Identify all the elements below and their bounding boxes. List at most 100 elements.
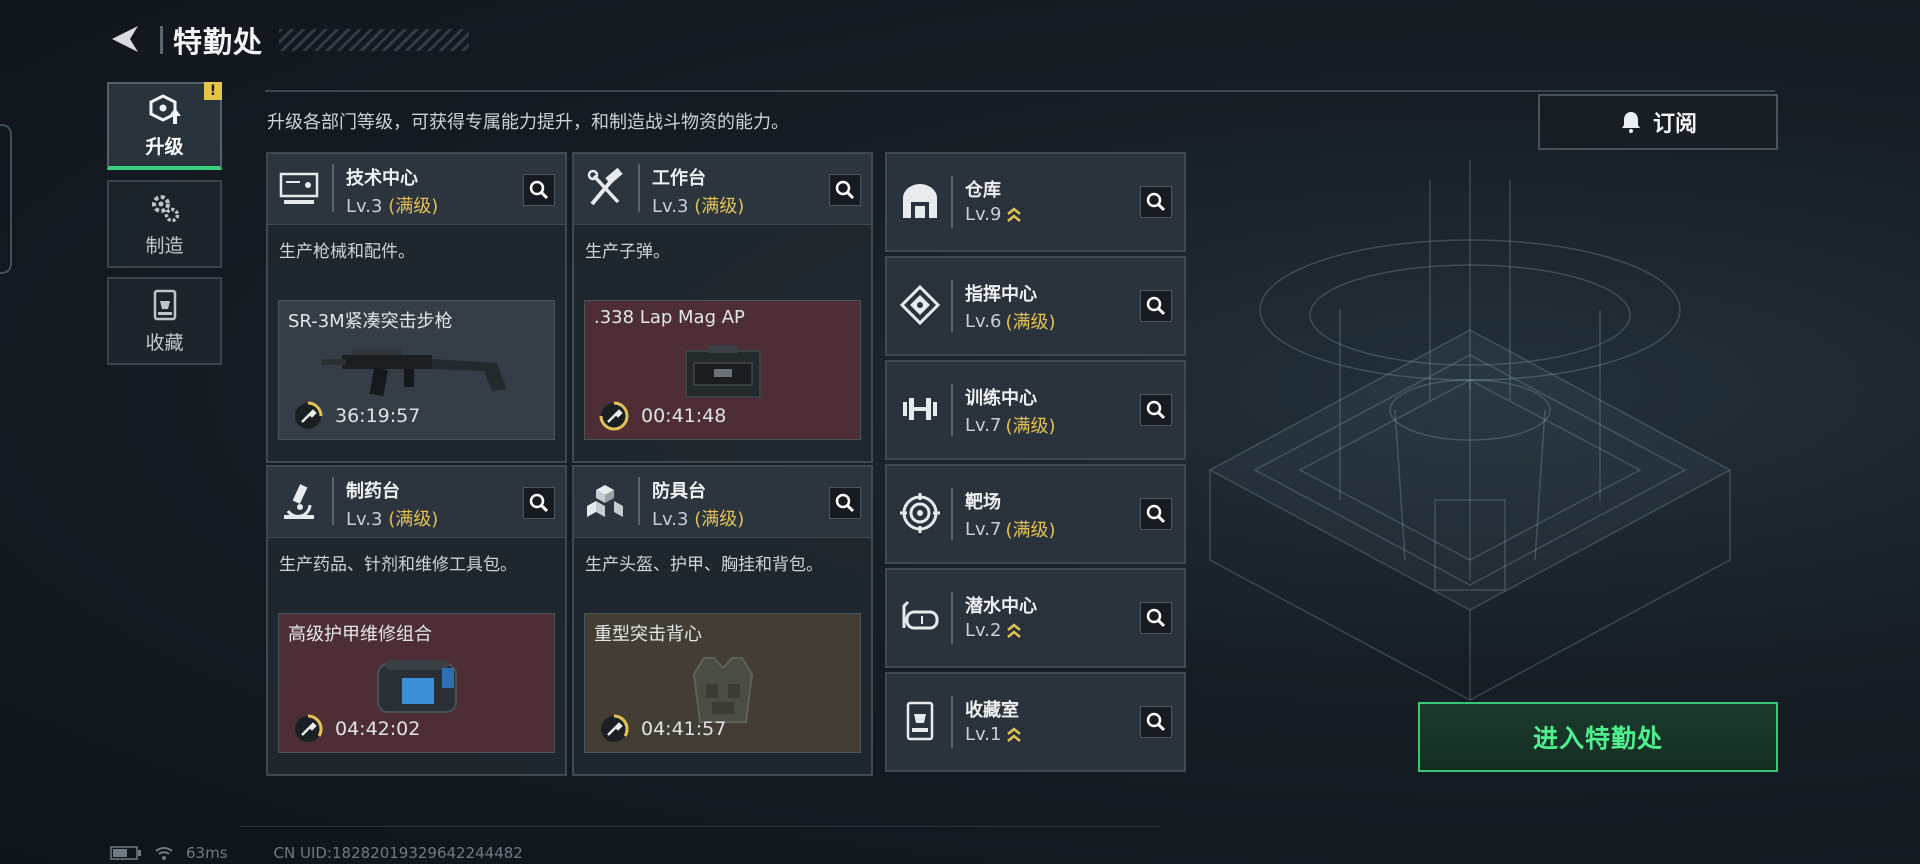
page-header: 特勤处	[160, 24, 470, 59]
facility-name: 防具台	[652, 481, 706, 502]
room-row-shooting-range[interactable]: 靶场 Lv.7 (满级)	[885, 464, 1186, 564]
cubes-icon	[587, 485, 623, 517]
room-row-command-center[interactable]: 指挥中心 Lv.6 (满级)	[885, 256, 1186, 356]
row-divider	[951, 696, 953, 748]
row-divider	[951, 384, 953, 436]
nav-tab-collection[interactable]: 收藏	[107, 277, 222, 365]
facility-card-workbench[interactable]: 工作台 Lv.3 (满级) 生产子弹。 .338 Lap Mag AP 00:4…	[572, 152, 873, 463]
facility-card-header: 工作台 Lv.3 (满级)	[574, 154, 871, 225]
production-slot[interactable]: .338 Lap Mag AP 00:41:48	[584, 300, 861, 440]
uid-text: CN UID:18282019329642244482	[273, 844, 523, 862]
max-level-tag: (满级)	[388, 196, 439, 217]
wrench-timer-icon	[295, 714, 323, 742]
max-level-tag: (满级)	[694, 196, 745, 217]
bell-icon	[1621, 112, 1640, 133]
search-icon[interactable]	[1140, 290, 1172, 322]
max-level-tag: (满级)	[1005, 312, 1056, 333]
facility-card-header: 技术中心 Lv.3 (满级)	[268, 154, 565, 225]
facility-level: Lv.3 (满级)	[652, 192, 744, 218]
max-level-tag: (满级)	[388, 509, 439, 530]
room-name: 仓库	[965, 180, 1001, 201]
search-icon[interactable]	[1140, 394, 1172, 426]
production-slot[interactable]: SR-3M紧凑突击步枪 36:19:57	[278, 300, 555, 440]
page-title: 特勤处	[173, 25, 264, 59]
room-name: 训练中心	[965, 388, 1037, 409]
facility-name: 制药台	[346, 481, 400, 502]
room-level: Lv.9	[965, 204, 1023, 225]
panel-description: 升级各部门等级，可获得专属能力提升，和制造战斗物资的能力。	[267, 112, 789, 133]
search-icon[interactable]	[829, 487, 861, 519]
subscribe-label: 订阅	[1652, 112, 1697, 137]
facility-card-armor-bench[interactable]: 防具台 Lv.3 (满级) 生产头盔、护甲、胸挂和背包。 重型突击背心 04:4…	[572, 465, 873, 776]
hammer-wrench-icon	[587, 168, 623, 206]
side-drawer-handle[interactable]	[0, 124, 12, 274]
level-value: Lv.2	[965, 620, 1002, 641]
title-divider	[160, 26, 163, 54]
search-icon[interactable]	[1140, 498, 1172, 530]
row-divider	[951, 592, 953, 644]
room-row-diving-center[interactable]: 潜水中心 Lv.2	[885, 568, 1186, 668]
facility-level: Lv.3 (满级)	[652, 505, 744, 531]
header-divider	[638, 164, 640, 212]
bottom-divider	[240, 826, 1160, 827]
product-name: 高级护甲维修组合	[288, 624, 432, 645]
facility-card-pharmacy[interactable]: 制药台 Lv.3 (满级) 生产药品、针剂和维修工具包。 高级护甲维修组合 04…	[266, 465, 567, 776]
room-name: 潜水中心	[965, 596, 1037, 617]
collection-icon	[153, 289, 176, 320]
production-slot[interactable]: 重型突击背心 04:41:57	[584, 613, 861, 753]
ping-value: 63ms	[186, 844, 228, 862]
nav-label-upgrade: 升级	[145, 135, 184, 158]
row-divider	[951, 176, 953, 228]
production-slot[interactable]: 高级护甲维修组合 04:42:02	[278, 613, 555, 753]
upgrade-available-icon	[1007, 726, 1022, 742]
room-level: Lv.7 (满级)	[965, 516, 1056, 542]
upgrade-available-icon	[1007, 206, 1022, 222]
monitor-icon	[279, 172, 319, 204]
room-row-training-center[interactable]: 训练中心 Lv.7 (满级)	[885, 360, 1186, 460]
search-icon[interactable]	[523, 174, 555, 206]
max-level-tag: (满级)	[1005, 520, 1056, 541]
header-divider	[638, 477, 640, 525]
room-name: 指挥中心	[965, 284, 1037, 305]
facility-name: 技术中心	[346, 168, 418, 189]
nav-tab-upgrade[interactable]: ! 升级	[107, 82, 222, 170]
room-level: Lv.1	[965, 724, 1023, 745]
timer-value: 00:41:48	[641, 405, 727, 427]
room-level: Lv.7 (满级)	[965, 412, 1056, 438]
search-icon[interactable]	[1140, 186, 1172, 218]
subscribe-button[interactable]: 订阅	[1538, 94, 1778, 150]
production-timer: 00:41:48	[599, 401, 726, 431]
room-row-collection-room[interactable]: 收藏室 Lv.1	[885, 672, 1186, 772]
header-divider	[332, 477, 334, 525]
alert-badge: !	[204, 82, 222, 100]
warehouse-icon	[903, 184, 937, 218]
production-timer: 04:41:57	[599, 714, 726, 744]
nav-tab-craft[interactable]: 制造	[107, 180, 222, 268]
search-icon[interactable]	[829, 174, 861, 206]
enter-special-ops-button[interactable]: 进入特勤处	[1418, 702, 1778, 772]
level-value: Lv.1	[965, 724, 1002, 745]
timer-value: 36:19:57	[335, 405, 421, 427]
back-arrow-icon[interactable]	[108, 22, 142, 56]
product-name: .338 Lap Mag AP	[594, 307, 745, 328]
facility-level: Lv.3 (满级)	[346, 505, 438, 531]
microscope-icon	[284, 484, 314, 519]
upgrade-icon	[149, 93, 181, 124]
timer-value: 04:42:02	[335, 718, 421, 740]
level-value: Lv.7	[965, 414, 1002, 436]
facility-description: 生产药品、针剂和维修工具包。	[279, 555, 517, 575]
search-icon[interactable]	[523, 487, 555, 519]
level-value: Lv.3	[346, 196, 383, 217]
wrench-timer-icon	[599, 401, 629, 431]
panel-top-divider	[265, 90, 1775, 92]
max-level-tag: (满级)	[1005, 416, 1056, 437]
command-center-icon	[899, 284, 941, 326]
room-row-warehouse[interactable]: 仓库 Lv.9	[885, 152, 1186, 252]
search-icon[interactable]	[1140, 706, 1172, 738]
nav-label-craft: 制造	[145, 234, 184, 257]
production-timer: 04:42:02	[293, 714, 420, 744]
facility-card-tech-center[interactable]: 技术中心 Lv.3 (满级) 生产枪械和配件。 SR-3M紧凑突击步枪 36:1…	[266, 152, 567, 463]
wifi-icon	[155, 847, 173, 860]
search-icon[interactable]	[1140, 602, 1172, 634]
level-value: Lv.3	[652, 509, 689, 530]
